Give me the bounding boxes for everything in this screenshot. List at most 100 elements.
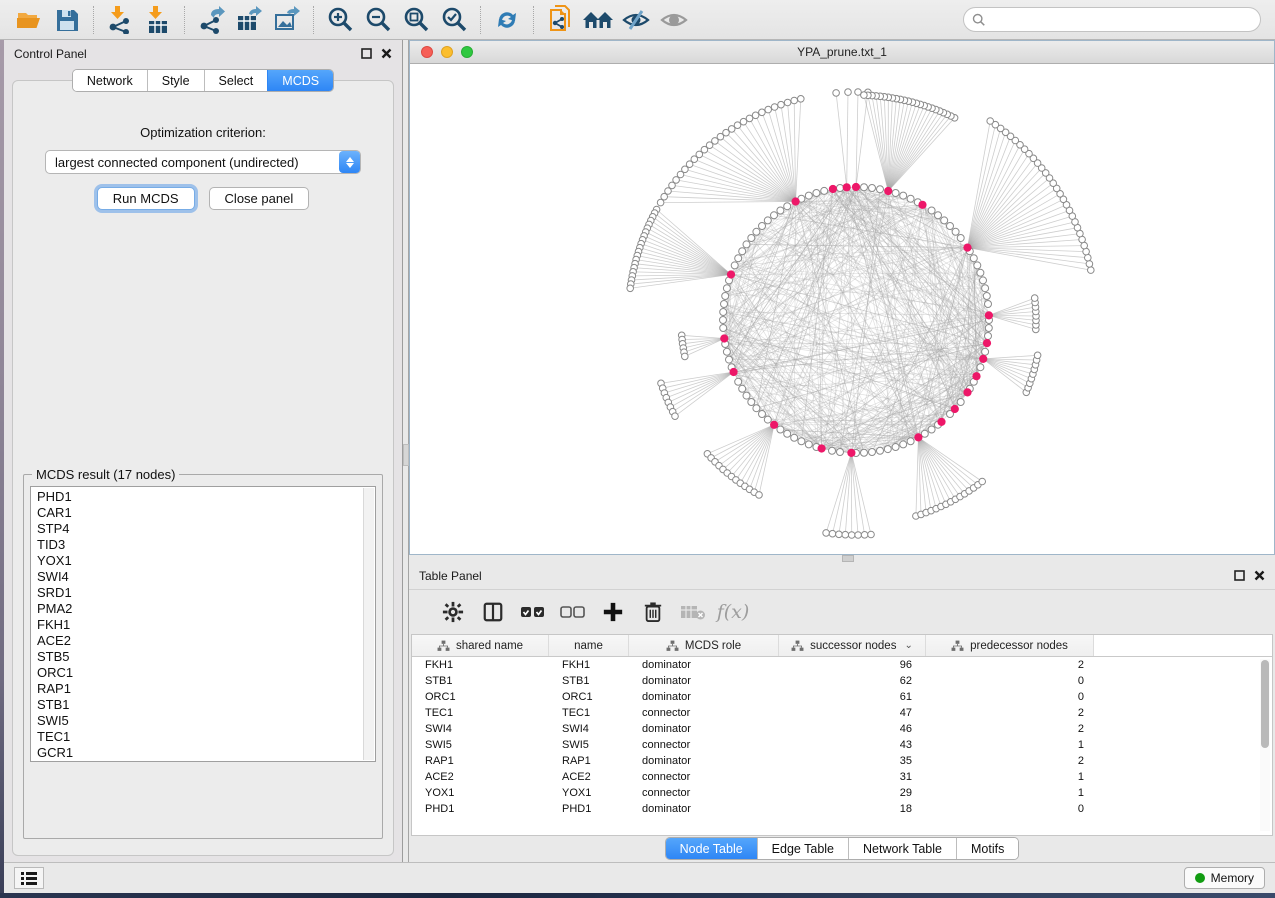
cell-name: TEC1 (549, 707, 629, 719)
zoom-in-icon[interactable] (321, 4, 359, 36)
criterion-dropdown[interactable]: largest connected component (undirected) (45, 150, 361, 174)
result-list-item[interactable]: CAR1 (37, 505, 375, 521)
mcds-result-list[interactable]: PHD1CAR1STP4TID3YOX1SWI4SRD1PMA2FKH1ACE2… (30, 486, 376, 762)
export-network-icon[interactable] (192, 4, 230, 36)
close-panel-button[interactable]: Close panel (209, 187, 310, 210)
result-list-item[interactable]: SWI4 (37, 569, 375, 585)
table-row[interactable]: ORC1ORC1dominator610 (412, 689, 1272, 705)
tab-network-table[interactable]: Network Table (848, 838, 956, 859)
table-panel: Table Panel (409, 562, 1275, 862)
tab-edge-table[interactable]: Edge Table (757, 838, 848, 859)
hide-panels-eye-icon[interactable] (617, 4, 655, 36)
minimize-window-icon[interactable] (441, 46, 453, 58)
cell-predecessor-nodes: 2 (926, 755, 1094, 767)
result-list-item[interactable]: STP4 (37, 521, 375, 537)
tab-node-table[interactable]: Node Table (666, 838, 757, 859)
scrollbar-thumb[interactable] (1261, 660, 1269, 748)
tab-motifs[interactable]: Motifs (956, 838, 1018, 859)
deselect-all-checkboxes-icon[interactable] (553, 595, 593, 629)
show-columns-icon[interactable] (473, 595, 513, 629)
open-file-icon[interactable] (10, 4, 48, 36)
show-panels-eye-icon[interactable] (655, 4, 693, 36)
result-list-item[interactable]: TEC1 (37, 729, 375, 745)
close-panel-icon[interactable] (381, 48, 392, 59)
network-overview-homes-icon[interactable] (579, 4, 617, 36)
tab-network[interactable]: Network (73, 70, 147, 91)
table-row[interactable]: YOX1YOX1connector291 (412, 785, 1272, 801)
table-row[interactable]: TEC1TEC1connector472 (412, 705, 1272, 721)
tab-style[interactable]: Style (147, 70, 204, 91)
close-panel-icon[interactable] (1254, 570, 1265, 581)
table-row[interactable]: FKH1FKH1dominator962 (412, 657, 1272, 673)
table-scrollbar[interactable] (1260, 659, 1270, 831)
column-header-predecessor-nodes[interactable]: predecessor nodes (926, 635, 1094, 656)
result-list-item[interactable]: STB5 (37, 649, 375, 665)
column-header-name[interactable]: name (549, 635, 629, 656)
zoom-fit-icon[interactable] (397, 4, 435, 36)
import-table-icon[interactable] (139, 4, 177, 36)
select-all-checkboxes-icon[interactable] (513, 595, 553, 629)
import-network-icon[interactable] (101, 4, 139, 36)
network-canvas[interactable] (410, 64, 1274, 554)
result-list-item[interactable]: SWI5 (37, 713, 375, 729)
network-window-titlebar[interactable]: YPA_prune.txt_1 (410, 41, 1274, 64)
search-input[interactable] (986, 10, 1260, 30)
cell-mcds-role: dominator (629, 803, 779, 815)
result-list-item[interactable]: SRD1 (37, 585, 375, 601)
search-box[interactable] (963, 7, 1261, 32)
result-list-item[interactable]: ACE2 (37, 633, 375, 649)
result-list-item[interactable]: FKH1 (37, 617, 375, 633)
table-row[interactable]: SWI4SWI4dominator462 (412, 721, 1272, 737)
column-header-shared-name[interactable]: shared name (412, 635, 549, 656)
result-list-item[interactable]: GCR1 (37, 745, 375, 761)
result-list-item[interactable]: RAP1 (37, 681, 375, 697)
cell-mcds-role: connector (629, 787, 779, 799)
add-column-icon[interactable] (593, 595, 633, 629)
result-list-item[interactable]: ORC1 (37, 665, 375, 681)
cell-shared-name: TEC1 (412, 707, 549, 719)
traffic-lights (421, 46, 473, 58)
tab-select[interactable]: Select (204, 70, 268, 91)
cell-shared-name: PHD1 (412, 803, 549, 815)
apply-preferred-layout-icon[interactable] (488, 4, 526, 36)
result-list-item[interactable]: YOX1 (37, 553, 375, 569)
tab-mcds[interactable]: MCDS (267, 70, 333, 91)
zoom-selected-icon[interactable] (435, 4, 473, 36)
share-network-document-icon[interactable] (541, 4, 579, 36)
gear-icon[interactable] (433, 595, 473, 629)
run-mcds-button[interactable]: Run MCDS (97, 187, 195, 210)
task-history-button[interactable] (14, 867, 44, 889)
close-window-icon[interactable] (421, 46, 433, 58)
cell-successor-nodes: 31 (779, 771, 926, 783)
result-list-item[interactable]: TID3 (37, 537, 375, 553)
table-row[interactable]: ACE2ACE2connector311 (412, 769, 1272, 785)
horizontal-splitter[interactable] (409, 555, 1275, 562)
zoom-out-icon[interactable] (359, 4, 397, 36)
result-list-item[interactable]: STB1 (37, 697, 375, 713)
save-session-icon[interactable] (48, 4, 86, 36)
float-panel-icon[interactable] (1234, 570, 1245, 581)
result-list-item[interactable]: PMA2 (37, 601, 375, 617)
cell-mcds-role: dominator (629, 659, 779, 671)
column-header-successor-nodes[interactable]: successor nodes⌄ (779, 635, 926, 656)
table-row[interactable]: STB1STB1dominator620 (412, 673, 1272, 689)
criterion-dropdown-value: largest connected component (undirected) (46, 155, 339, 170)
float-panel-icon[interactable] (361, 48, 372, 59)
cell-mcds-role: dominator (629, 755, 779, 767)
memory-button[interactable]: Memory (1184, 867, 1265, 889)
export-image-icon[interactable] (268, 4, 306, 36)
splitter-grip[interactable] (403, 444, 409, 466)
export-table-icon[interactable] (230, 4, 268, 36)
splitter-grip[interactable] (842, 555, 854, 562)
table-row[interactable]: SWI5SWI5connector431 (412, 737, 1272, 753)
delete-column-icon[interactable] (633, 595, 673, 629)
maximize-window-icon[interactable] (461, 46, 473, 58)
vertical-splitter[interactable] (403, 40, 409, 862)
cell-successor-nodes: 35 (779, 755, 926, 767)
column-header-mcds-role[interactable]: MCDS role (629, 635, 779, 656)
result-list-item[interactable]: PHD1 (37, 489, 375, 505)
table-row[interactable]: RAP1RAP1dominator352 (412, 753, 1272, 769)
cell-name: SWI4 (549, 723, 629, 735)
table-row[interactable]: PHD1PHD1dominator180 (412, 801, 1272, 817)
result-list-scrollbar[interactable] (363, 488, 374, 760)
